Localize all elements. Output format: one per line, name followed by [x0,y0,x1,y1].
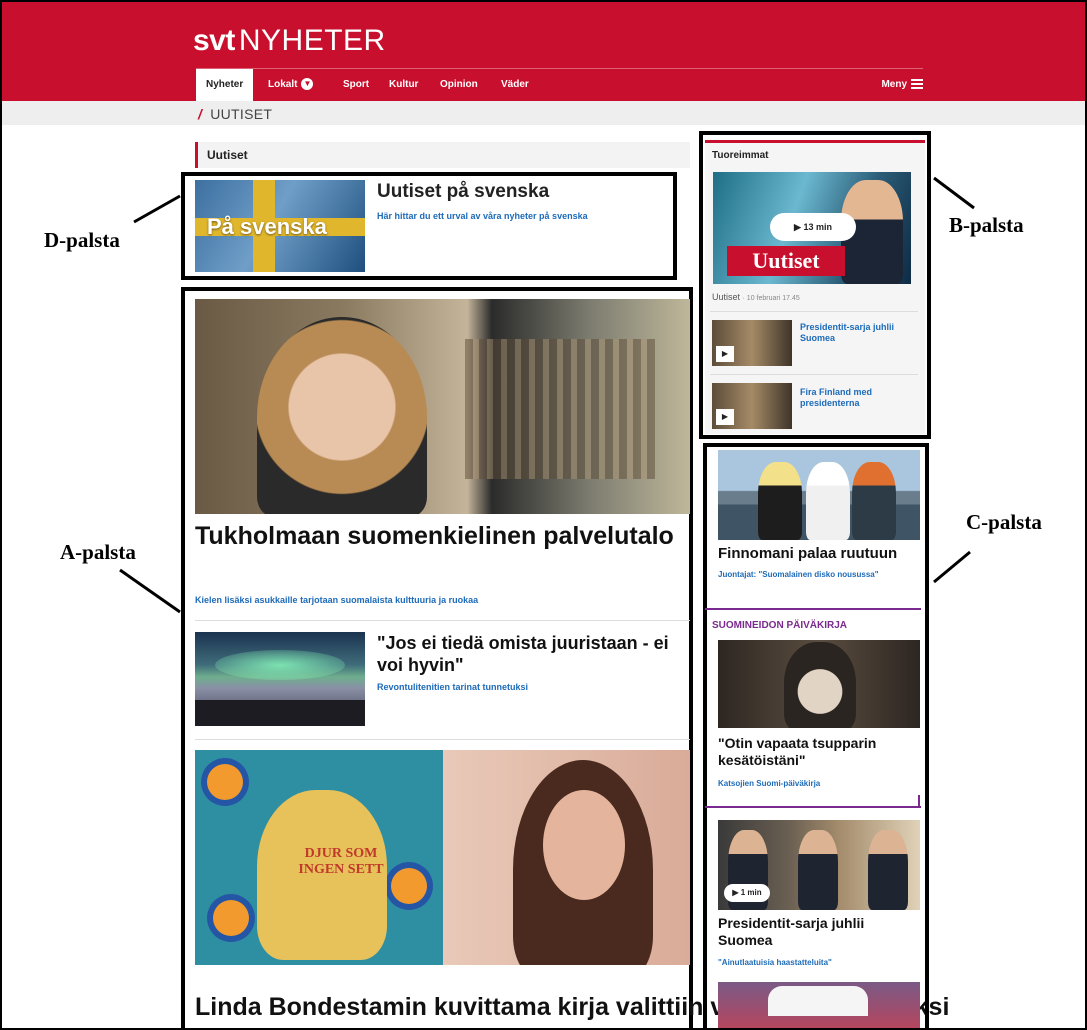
story-title-palvelutalo[interactable]: Tukholmaan suomenkielinen palvelutalo [195,521,690,551]
d-story-title[interactable]: Uutiset på svenska [377,181,549,203]
nav-item-nyheter[interactable]: Nyheter [196,69,254,101]
main-nav: Nyheter Lokalt ▼ Sport Kultur Opinion Väd… [196,68,923,101]
story-image-paivakirja[interactable] [718,640,920,728]
nav-item-kultur[interactable]: Kultur [379,69,428,101]
arrow-a [119,568,181,614]
divider [195,620,690,621]
svt-nyheter-logo[interactable]: svt NYHETER [193,24,386,58]
breadcrumb[interactable]: / UUTISET [198,106,272,122]
play-button[interactable]: ▶ 13 min [770,213,856,241]
breadcrumb-bar: / UUTISET [2,101,1085,125]
nav-item-sport[interactable]: Sport [333,69,379,101]
annotation-c-palsta: C-palsta [966,510,1042,534]
latest-item-thumbnail[interactable]: ▶ [712,383,792,429]
annotation-b-palsta: B-palsta [949,213,1024,237]
story-image-finnomani[interactable] [718,450,920,540]
play-button[interactable]: ▶ 1 min [724,884,770,902]
story-title-kuvakirja[interactable]: Linda Bondestamin kuvittama kirja valitt… [195,992,949,1022]
divider [710,311,918,312]
section-heading: Uutiset [195,142,690,168]
nav-item-opinion[interactable]: Opinion [430,69,488,101]
site-header: svt NYHETER Nyheter Lokalt ▼ Sport Kultur … [2,2,1085,101]
story-subtitle-paivakirja[interactable]: Katsojien Suomi-päiväkirja [718,779,820,788]
story-title-finnomani[interactable]: Finnomani palaa ruutuun [718,545,897,562]
hamburger-icon [911,77,923,91]
story-title-juuret[interactable]: "Jos ei tiedä omista juuristaan - ei voi… [377,632,687,676]
story-image-aurora[interactable] [195,632,365,726]
story-title-paivakirja[interactable]: "Otin vapaata tsupparin kesätöistäni" [718,735,918,769]
divider [705,608,921,610]
nav-item-lokalt[interactable]: Lokalt ▼ [258,69,323,101]
series-kicker[interactable]: SUOMINEIDON PÄIVÄKIRJA [712,620,847,631]
story-subtitle-juuret[interactable]: Revontulitenitien tarinat tunnetuksi [377,682,528,692]
latest-item-link[interactable]: Presidentit-sarja juhlii Suomea [800,322,918,344]
divider [710,374,918,375]
story-image-kuvakirja[interactable]: DJUR SOM INGEN SETT [195,750,690,965]
story-subtitle-presidentit[interactable]: "Ainutlaatuisia haastatteluita" [718,958,832,967]
latest-item-thumbnail[interactable]: ▶ [712,320,792,366]
story-subtitle-palvelutalo[interactable]: Kielen lisäksi asukkaille tarjotaan suom… [195,595,478,605]
story-image-next[interactable] [718,982,920,1030]
annotation-d-palsta: D-palsta [44,228,120,252]
latest-item-link[interactable]: Fira Finland med presidenterna [800,387,918,409]
arrow-c [933,550,971,584]
latest-meta: Uutiset · 10 februari 17.45 [712,292,800,302]
play-icon[interactable]: ▶ [716,346,734,362]
arrow-b [933,176,975,210]
nav-item-vader[interactable]: Väder [491,69,539,101]
story-title-presidentit[interactable]: Presidentit-sarja juhlii Suomea [718,915,918,949]
pa-svenska-image[interactable]: På svenska [195,180,365,272]
divider [195,739,690,740]
play-icon[interactable]: ▶ [716,409,734,425]
latest-heading: Tuoreimmat [712,150,769,161]
story-image-palvelutalo[interactable] [195,299,690,514]
story-subtitle-finnomani[interactable]: Juontajat: "Suomalainen disko nousussa" [718,569,908,581]
menu-button[interactable]: Meny [881,69,923,101]
divider [705,806,921,808]
d-story-subtitle[interactable]: Här hittar du ett urval av våra nyheter … [377,211,588,221]
chevron-down-icon[interactable]: ▼ [301,78,314,91]
annotation-a-palsta: A-palsta [60,540,136,564]
arrow-d [133,194,181,224]
